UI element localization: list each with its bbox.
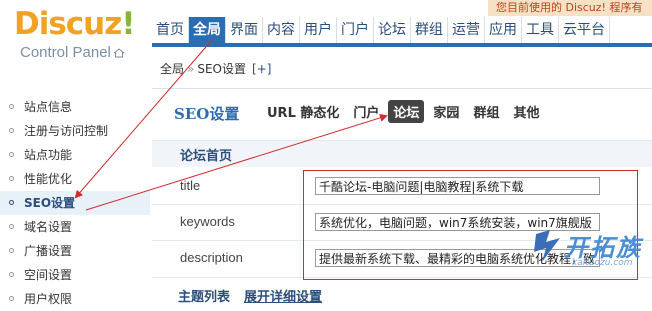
logo-area: Discuz! Control Panel [0,0,155,88]
breadcrumb: 全局» SEO设置 [+] [160,56,271,82]
sidebar-item-site-features[interactable]: 站点功能 [0,143,150,167]
sidebar-item-label: 域名设置 [24,220,73,234]
tab-url-static[interactable]: URL 静态化 [262,100,344,123]
breadcrumb-separator: » [187,62,195,76]
thread-list-link[interactable]: 主题列表 [178,290,230,305]
tab-other[interactable]: 其他 [508,100,544,123]
sidebar-item-performance[interactable]: 性能优化 [0,167,150,191]
page-title: SEO设置 [174,105,240,123]
sidebar-item-site-info[interactable]: 站点信息 [0,95,150,119]
control-panel-label[interactable]: Control Panel [20,44,125,61]
control-panel-text: Control Panel [20,44,111,61]
sidebar-item-label: 站点信息 [24,100,73,114]
nav-underline [152,43,652,47]
sidebar: 站点信息 注册与访问控制 站点功能 性能优化 SEO设置 域名设置 广播设置 空… [0,95,150,311]
logo-excl: ! [121,6,135,42]
logo-main-text: Discuz [14,6,122,42]
nav-item-interface[interactable]: 界面 [226,17,263,43]
breadcrumb-divider [152,88,652,89]
bullet-icon [9,200,14,205]
nav-item-global[interactable]: 全局 [189,17,226,43]
breadcrumb-current: SEO设置 [197,62,247,76]
bullet-icon [9,248,14,253]
breadcrumb-root[interactable]: 全局 [160,62,184,76]
bullet-icon [9,152,14,157]
sidebar-item-label: 空间设置 [24,268,73,282]
sidebar-item-label: 性能优化 [24,172,73,186]
sidebar-item-seo[interactable]: SEO设置 [0,191,150,215]
tab-portal[interactable]: 门户 [348,100,384,123]
keywords-label: keywords [180,214,235,229]
bullet-icon [9,128,14,133]
sidebar-item-label: 用户权限 [24,292,73,306]
sidebar-item-label: 注册与访问控制 [24,124,109,138]
bullet-icon [9,176,14,181]
sidebar-item-registration[interactable]: 注册与访问控制 [0,119,150,143]
footer-links: 主题列表 展开详细设置 [178,286,336,305]
watermark-logo-icon [534,230,560,262]
bullet-icon [9,272,14,277]
expand-settings-link[interactable]: 展开详细设置 [244,290,322,305]
description-label: description [180,250,243,265]
nav-item-groups[interactable]: 群组 [411,17,448,43]
nav-item-operations[interactable]: 运营 [448,17,485,43]
nav-item-forum[interactable]: 论坛 [374,17,411,43]
tab-groups[interactable]: 群组 [468,100,504,123]
top-nav: 首页 全局 界面 内容 用户 门户 论坛 群组 运营 应用 工具 云平台 [152,17,610,43]
bullet-icon [9,104,14,109]
nav-item-cloud[interactable]: 云平台 [559,17,610,43]
sidebar-item-label: SEO设置 [24,196,76,210]
add-shortcut-button[interactable]: [+] [252,62,271,76]
watermark: 开拓族 kaituozu.com [532,226,652,274]
top-notice[interactable]: 您目前使用的 Discuz! 程序有 [488,0,652,16]
watermark-url: kaituozu.com [572,258,633,268]
discuz-logo: Discuz! [14,6,135,42]
title-label: title [180,178,201,193]
sidebar-item-label: 站点功能 [24,148,73,162]
bullet-icon [9,296,14,301]
nav-item-content[interactable]: 内容 [263,17,300,43]
sidebar-item-user-permissions[interactable]: 用户权限 [0,287,150,311]
sidebar-item-space[interactable]: 空间设置 [0,263,150,287]
sidebar-item-label: 广播设置 [24,244,73,258]
nav-item-users[interactable]: 用户 [300,17,337,43]
tab-forum[interactable]: 论坛 [388,100,425,123]
sidebar-item-domain[interactable]: 域名设置 [0,215,150,239]
tab-home[interactable]: 家园 [428,100,464,123]
nav-item-tools[interactable]: 工具 [522,17,559,43]
sidebar-item-broadcast[interactable]: 广播设置 [0,239,150,263]
nav-item-home[interactable]: 首页 [152,17,189,43]
nav-item-apps[interactable]: 应用 [485,17,522,43]
home-icon [113,48,125,58]
seo-tabs: URL 静态化 门户 论坛 家园 群组 其他 [262,100,548,123]
section-title: 论坛首页 [180,149,233,164]
nav-item-portal[interactable]: 门户 [337,17,374,43]
bullet-icon [9,224,14,229]
